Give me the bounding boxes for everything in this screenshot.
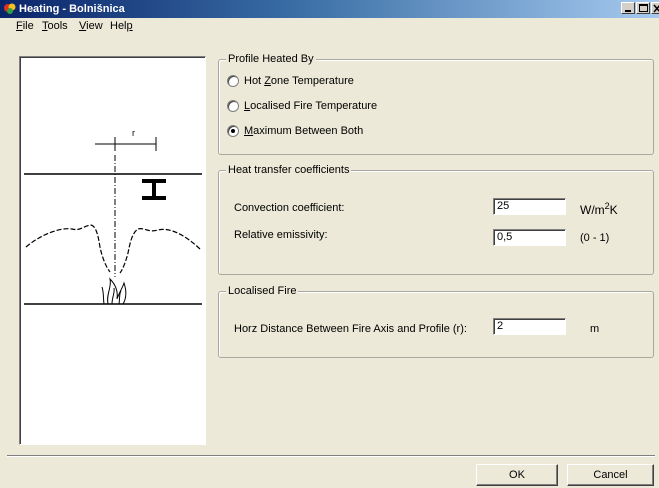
preview-panel: r bbox=[19, 56, 206, 445]
fire-icon bbox=[101, 277, 127, 305]
menu-file[interactable]: File bbox=[16, 20, 34, 33]
close-icon bbox=[653, 4, 659, 13]
profile-heated-by-group: Profile Heated By Hot Zone Temperature L… bbox=[218, 52, 654, 155]
convection-unit: W/m2K bbox=[580, 201, 618, 217]
window-title: Heating - Bolnišnica bbox=[19, 3, 125, 15]
convection-input[interactable]: 25 bbox=[493, 198, 566, 215]
group-title-heat: Heat transfer coefficients bbox=[226, 163, 352, 177]
menu-help[interactable]: Help bbox=[110, 20, 133, 33]
maximize-button[interactable] bbox=[636, 2, 650, 14]
group-title-fire: Localised Fire bbox=[226, 284, 299, 298]
cancel-button[interactable]: Cancel bbox=[567, 464, 654, 486]
radio-button[interactable] bbox=[227, 100, 239, 112]
distance-input[interactable]: 2 bbox=[493, 318, 566, 335]
r-dimension-icon bbox=[95, 137, 157, 151]
app-icon bbox=[4, 3, 16, 14]
heat-transfer-group: Heat transfer coefficients Convection co… bbox=[218, 163, 654, 275]
ibeam-icon bbox=[142, 179, 166, 200]
emissivity-range: (0 - 1) bbox=[580, 232, 610, 244]
distance-unit: m bbox=[590, 323, 600, 335]
menu-bar: File Tools View Help bbox=[0, 18, 659, 35]
ok-button[interactable]: OK bbox=[476, 464, 558, 486]
emissivity-input[interactable]: 0,5 bbox=[493, 229, 566, 246]
maximize-icon bbox=[639, 4, 648, 12]
close-button[interactable] bbox=[651, 2, 659, 14]
localised-fire-group: Localised Fire Horz Distance Between Fir… bbox=[218, 284, 654, 358]
title-bar[interactable]: Heating - Bolnišnica bbox=[0, 0, 659, 18]
menu-tools[interactable]: Tools bbox=[42, 20, 68, 33]
plume-left-icon bbox=[25, 224, 111, 273]
convection-label: Convection coefficient: bbox=[234, 202, 345, 214]
radio-button-checked[interactable] bbox=[227, 125, 239, 137]
distance-label: Horz Distance Between Fire Axis and Prof… bbox=[234, 323, 467, 335]
fire-profile-diagram: r bbox=[24, 128, 202, 305]
emissivity-label: Relative emissivity: bbox=[234, 229, 328, 241]
r-label: r bbox=[132, 128, 135, 138]
separator bbox=[7, 455, 655, 457]
group-title-profile: Profile Heated By bbox=[226, 52, 316, 66]
plume-right-icon bbox=[119, 227, 201, 274]
radio-button[interactable] bbox=[227, 75, 239, 87]
minimize-button[interactable] bbox=[621, 2, 635, 14]
menu-view[interactable]: View bbox=[79, 20, 103, 33]
minimize-icon bbox=[625, 10, 631, 12]
